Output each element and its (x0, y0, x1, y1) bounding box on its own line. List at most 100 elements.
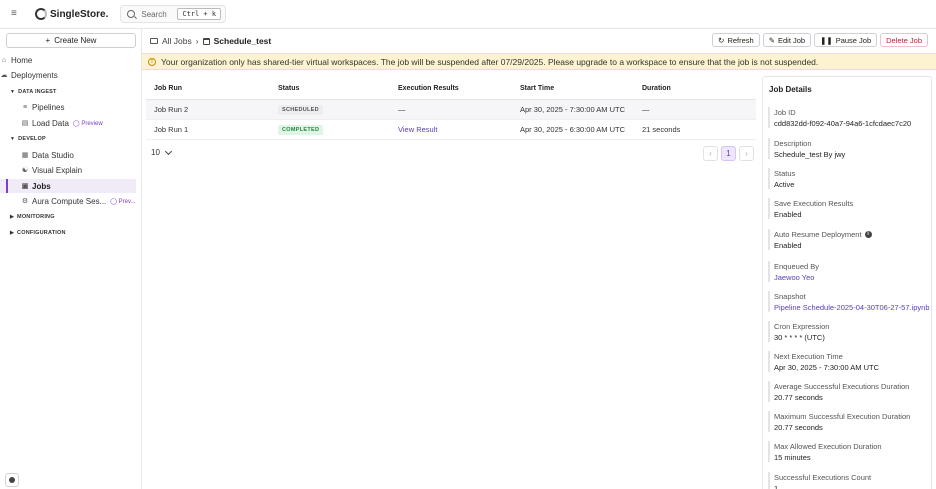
top-bar: ≡ SingleStore. Search Ctrl + k (0, 0, 936, 29)
status-cell: SCHEDULED (269, 104, 389, 115)
warning-icon: ! (148, 57, 156, 66)
caret-right-icon: ▶ (10, 214, 15, 220)
column-header: Execution Results (398, 85, 459, 92)
field-label: Auto Resume Deployment (774, 229, 862, 239)
section-configuration[interactable]: ▶ CONFIGURATION (10, 230, 66, 236)
page-title: Schedule_test (213, 36, 272, 46)
field-next-execution-time: Next Execution Time Apr 30, 2025 - 7:30:… (768, 351, 930, 372)
field-description: Description Schedule_test By jwy (768, 138, 930, 159)
pagination: 10 ‹ 1 › (146, 146, 756, 162)
sidebar-item-label: Aura Compute Ses... (32, 196, 107, 206)
field-value: 20.77 seconds (774, 393, 823, 402)
field-label: Successful Executions Count (774, 472, 872, 482)
page-size-select[interactable]: 10 (151, 147, 172, 157)
field-value: Enabled (774, 241, 802, 250)
delete-label: Delete Job (886, 35, 922, 45)
sidebar-item-label: Pipelines (32, 102, 65, 112)
field-label: Max Allowed Execution Duration (774, 441, 882, 451)
field-label: Snapshot (774, 291, 806, 301)
create-new-button[interactable]: + Create New (6, 33, 136, 48)
calendar-icon: ▣ (21, 183, 29, 190)
field-label: Enqueued By (774, 261, 820, 271)
field-value: 30 * * * * (UTC) (774, 333, 825, 342)
pause-label: Pause Job (835, 35, 872, 45)
gear-icon: ⚙ (21, 198, 29, 205)
edit-label: Edit Job (778, 35, 806, 45)
refresh-button[interactable]: ↻ Refresh (712, 33, 760, 47)
field-average-duration: Average Successful Executions Duration 2… (768, 381, 930, 402)
sidebar-item-aura-compute[interactable]: ⚙ Aura Compute Ses... ◯ Prev... (0, 194, 136, 208)
enqueued-by-link[interactable]: Jaewoo Yeo (774, 273, 930, 282)
sidebar-item-data-studio[interactable]: ▦ Data Studio (0, 148, 136, 162)
column-header: Job Run (154, 85, 182, 92)
logo-text: SingleStore. (50, 8, 109, 20)
column-header: Duration (642, 85, 671, 92)
section-develop[interactable]: ▼ DEVELOP (10, 136, 46, 142)
details-title: Job Details (769, 85, 812, 94)
pipeline-icon: ≡ (22, 103, 28, 111)
caret-down-icon: ▼ (10, 89, 16, 95)
table-row[interactable]: Job Run 1 COMPLETED View Result Apr 30, … (146, 120, 756, 140)
job-actions: ↻ Refresh ✎ Edit Job ❚❚ Pause Job Delete… (712, 33, 928, 47)
sidebar-item-label: Load Data (32, 118, 69, 128)
job-run-cell: Job Run 1 (154, 125, 189, 134)
field-label: Cron Expression (774, 321, 830, 331)
next-page-button[interactable]: › (739, 146, 754, 161)
sidebar-item-label: Deployments (11, 70, 58, 80)
snapshot-link[interactable]: Pipeline Schedule-2025-04-30T06-27-57.ip… (774, 303, 930, 312)
caret-down-icon: ▼ (10, 136, 16, 142)
field-value: Apr 30, 2025 - 7:30:00 AM UTC (774, 363, 880, 372)
field-cron-expression: Cron Expression 30 * * * * (UTC) (768, 321, 930, 342)
duration-cell: 21 seconds (642, 125, 681, 134)
breadcrumb-all-jobs[interactable]: All Jobs (162, 36, 192, 46)
field-auto-resume: Auto Resume Deployment i Enabled (768, 229, 930, 250)
view-result-link[interactable]: View Result (389, 125, 511, 134)
warning-text: Your organization only has shared-tier v… (161, 56, 819, 67)
field-enqueued-by: Enqueued By Jaewoo Yeo (768, 261, 930, 282)
field-label: Status (774, 168, 796, 178)
logo[interactable]: SingleStore. (35, 8, 108, 20)
job-run-cell: Job Run 2 (154, 105, 189, 114)
column-header: Start Time (520, 85, 555, 92)
pause-job-button[interactable]: ❚❚ Pause Job (814, 33, 878, 47)
preview-label: Preview (81, 120, 103, 127)
field-value: 20.77 seconds (774, 423, 823, 432)
field-value: 15 minutes (774, 453, 811, 462)
info-icon[interactable]: i (864, 230, 872, 238)
sidebar-item-visual-explain[interactable]: ☯ Visual Explain (0, 163, 136, 177)
preview-badge: ◯ Preview (72, 120, 103, 127)
sidebar-item-pipelines[interactable]: ≡ Pipelines (0, 100, 136, 114)
sidebar-item-jobs[interactable]: ▣ Jobs (0, 179, 136, 193)
preview-label: Prev... (118, 198, 136, 205)
table-row[interactable]: Job Run 2 SCHEDULED — Apr 30, 2025 - 7:3… (146, 100, 756, 120)
sidebar-item-home[interactable]: ⌂ Home (0, 53, 136, 67)
sidebar-item-deployments[interactable]: ☁ Deployments (0, 68, 136, 82)
refresh-label: Refresh (727, 35, 754, 45)
section-label: MONITORING (17, 214, 55, 220)
refresh-icon: ↻ (718, 35, 725, 45)
field-value: 1 (774, 484, 779, 489)
sidebar-item-load-data[interactable]: ▤ Load Data ◯ Preview (0, 116, 136, 130)
search-box[interactable]: Search Ctrl + k (120, 5, 227, 23)
job-runs-table: Job Run Status Execution Results Start T… (146, 78, 756, 140)
delete-job-button[interactable]: Delete Job (880, 33, 928, 47)
theme-toggle-button[interactable] (5, 473, 19, 487)
edit-job-button[interactable]: ✎ Edit Job (762, 33, 812, 47)
page-button-current[interactable]: 1 (721, 146, 736, 161)
job-details-panel: Job Details Job ID cdd832dd-f092-40a7-94… (762, 76, 932, 489)
section-monitoring[interactable]: ▶ MONITORING (10, 214, 55, 220)
section-data-ingest[interactable]: ▼ DATA INGEST (10, 89, 57, 95)
results-cell: — (398, 105, 406, 114)
start-time-cell: Apr 30, 2025 - 6:30:00 AM UTC (520, 125, 626, 134)
theme-icon (9, 477, 15, 483)
field-snapshot: Snapshot Pipeline Schedule-2025-04-30T06… (768, 291, 930, 312)
menu-icon[interactable]: ≡ (11, 9, 23, 19)
tree-icon: ☯ (21, 167, 29, 174)
page-buttons: ‹ 1 › (703, 146, 754, 161)
field-label: Job ID (774, 107, 796, 117)
field-value: Enabled (774, 210, 802, 219)
field-successful-count: Successful Executions Count 1 (768, 472, 930, 489)
prev-page-button[interactable]: ‹ (703, 146, 718, 161)
field-label: Maximum Successful Execution Duration (774, 411, 911, 421)
pause-icon: ❚❚ (820, 35, 833, 45)
